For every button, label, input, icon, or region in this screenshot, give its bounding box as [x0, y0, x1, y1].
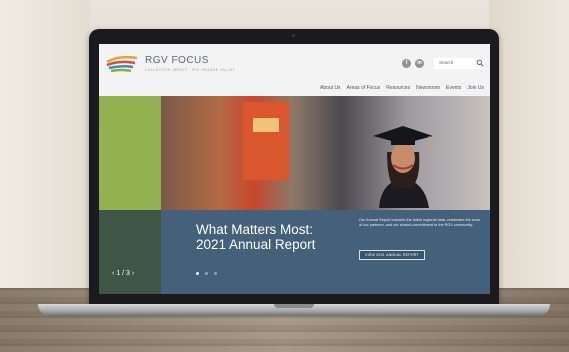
search-icon[interactable]: [476, 59, 484, 67]
carousel-dot-2[interactable]: [205, 272, 208, 275]
main-nav: About Us Areas of Focus Resources Newsro…: [320, 85, 484, 91]
hero-dark-block: [99, 210, 161, 294]
linkedin-icon[interactable]: in: [415, 59, 424, 68]
nav-join-us[interactable]: Join Us: [467, 85, 484, 91]
hero-carousel: What Matters Most: 2021 Annual Report Ou…: [99, 96, 490, 294]
laptop-base: [38, 304, 550, 316]
carousel-dot-3[interactable]: [214, 272, 217, 275]
hero-green-block: [99, 96, 161, 210]
slide-counter[interactable]: ‹ 1 / 3 ›: [112, 270, 134, 277]
logo-text[interactable]: RGV FOCUS: [145, 55, 209, 66]
nav-events[interactable]: Events: [446, 85, 461, 91]
logo-icon[interactable]: [105, 52, 139, 76]
carousel-dot-1[interactable]: [196, 272, 199, 275]
nav-resources[interactable]: Resources: [386, 85, 410, 91]
view-report-button[interactable]: VIEW 2021 ANNUAL REPORT: [359, 250, 425, 260]
hero-title: What Matters Most: 2021 Annual Report: [196, 222, 316, 252]
background-sign: [243, 102, 289, 180]
logo-tagline: COLLECTIVE IMPACT · RIO GRANDE VALLEY: [145, 68, 236, 72]
background-wall-left: [0, 0, 90, 290]
laptop-notch: [274, 304, 314, 308]
nav-areas-of-focus[interactable]: Areas of Focus: [347, 85, 381, 91]
webcam-icon: [292, 34, 295, 37]
laptop-lid: RGV FOCUS COLLECTIVE IMPACT · RIO GRANDE…: [89, 29, 499, 305]
carousel-dots: [196, 272, 217, 275]
facebook-icon[interactable]: f: [402, 59, 411, 68]
hero-description: Our Annual Report includes the latest re…: [359, 218, 480, 228]
background-wall-right: [489, 0, 569, 290]
nav-about-us[interactable]: About Us: [320, 85, 341, 91]
background-sign-panel: [253, 118, 279, 132]
site-header: RGV FOCUS COLLECTIVE IMPACT · RIO GRANDE…: [99, 44, 490, 96]
search-placeholder: Search: [439, 60, 454, 65]
nav-newsroom[interactable]: Newsroom: [416, 85, 440, 91]
laptop-screen: RGV FOCUS COLLECTIVE IMPACT · RIO GRANDE…: [99, 44, 490, 294]
hero-photo: [161, 96, 490, 210]
graduate-photo: [373, 126, 433, 208]
